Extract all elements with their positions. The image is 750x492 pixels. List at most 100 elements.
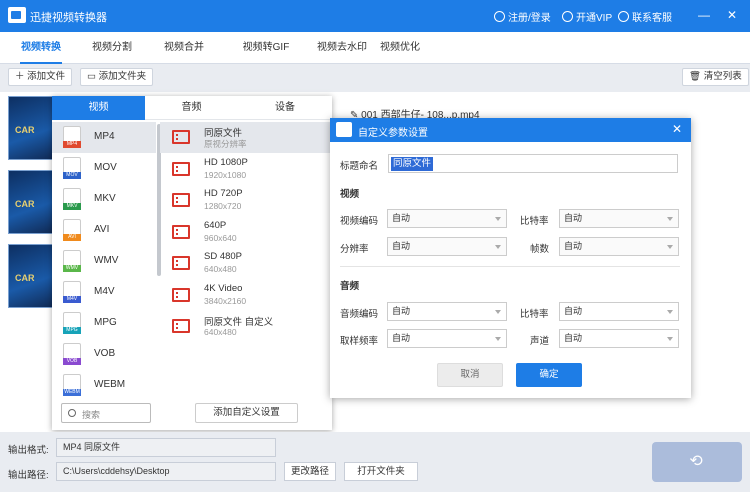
format-item-label: WEBM (94, 379, 126, 390)
format-item-wmv[interactable]: WMV WMV (52, 246, 156, 277)
clear-list-button[interactable]: 🗑 清空列表 (682, 68, 749, 86)
tab-video-to-gif[interactable]: 视频转GIF (226, 32, 306, 64)
quality-resolution: 3840x2160 (204, 295, 247, 306)
format-item-avi[interactable]: AVI AVI (52, 215, 156, 246)
app-logo-icon (8, 7, 26, 23)
format-tabs: 视频 音频 设备 (52, 96, 332, 120)
samplerate-select[interactable]: 自动 (387, 329, 507, 348)
quality-item[interactable]: 4K Video 3840x2160 (160, 280, 330, 311)
add-folder-button[interactable]: ▭ 添加文件夹 (80, 68, 154, 86)
user-icon (494, 11, 505, 22)
format-item-mpg[interactable]: MPG MPG (52, 308, 156, 339)
vip-icon (562, 11, 573, 22)
convert-all-button[interactable]: ⟲ (652, 442, 742, 482)
video-codec-select[interactable]: 自动 (387, 209, 507, 228)
output-path-field[interactable]: C:\Users\cddehsy\Desktop (56, 462, 276, 481)
format-item-label: MPG (94, 317, 117, 328)
quality-title: HD 720P (204, 188, 243, 199)
film-icon (172, 287, 190, 302)
audio-section-title: 音频 (340, 281, 360, 292)
dialog-header: 自定义参数设置 ✕ (330, 118, 691, 142)
tab-video-merge[interactable]: 视频合并 (154, 32, 214, 64)
samplerate-label: 取样频率 (340, 336, 379, 347)
tab-video-optimize[interactable]: 视频优化 (370, 32, 430, 64)
video-file-icon: MOV (63, 157, 81, 179)
tab-video-formats[interactable]: 视频 (52, 96, 145, 120)
quality-title: 640P (204, 219, 227, 231)
film-icon (172, 256, 190, 270)
format-search-input[interactable]: 搜索 (61, 403, 151, 423)
format-item-webm[interactable]: WEBM WEBM (52, 370, 156, 401)
add-custom-setting-button[interactable]: 添加自定义设置 (195, 403, 298, 423)
format-item-m4v[interactable]: M4V M4V (52, 277, 156, 308)
film-icon (172, 130, 190, 144)
title-name-label: 标题命名 (340, 161, 379, 172)
quality-resolution: 640x480 (204, 327, 237, 337)
add-file-button[interactable]: ＋ 添加文件 (8, 68, 73, 86)
tab-video-convert[interactable]: 视频转换 (8, 32, 74, 64)
audio-bitrate-select[interactable]: 自动 (559, 302, 679, 321)
contact-service-button[interactable]: 联系客服 (618, 9, 672, 24)
bitrate-select[interactable]: 自动 (559, 209, 679, 228)
format-icon-label: WEBM (63, 389, 81, 396)
format-item-label: MP4 (94, 131, 115, 142)
tab-audio-formats[interactable]: 音频 (145, 96, 238, 120)
output-settings-bar: 输出格式: MP4 同原文件 输出路径: C:\Users\cddehsy\De… (0, 432, 750, 492)
film-icon (172, 193, 190, 207)
quality-item[interactable]: 同原文件 原视分辨率 (160, 122, 330, 153)
dialog-close-button[interactable]: ✕ (672, 122, 682, 136)
app-logo-icon (336, 122, 352, 137)
video-file-icon: AVI (63, 219, 81, 241)
quality-item[interactable]: SD 480P 640x480 (160, 248, 330, 279)
framerate-label: 帧数 (530, 244, 550, 255)
output-format-select[interactable]: MP4 同原文件 (56, 438, 276, 457)
quality-item[interactable]: HD 1080P 1920x1080 (160, 154, 330, 185)
format-item-label: MOV (94, 162, 117, 173)
video-file-icon: MPG (63, 312, 81, 334)
audio-bitrate-label: 比特率 (520, 309, 549, 320)
format-icon-label: MP4 (63, 141, 81, 148)
tab-video-watermark[interactable]: 视频去水印 (308, 32, 376, 64)
change-path-button[interactable]: 更改路径 (284, 462, 336, 481)
video-file-icon: MP4 (63, 126, 81, 148)
confirm-button[interactable]: 确定 (516, 363, 582, 387)
open-vip-button[interactable]: 开通VIP (562, 9, 612, 24)
quality-title: 4K Video (204, 282, 243, 294)
format-icon-label: WMV (63, 265, 81, 272)
video-codec-label: 视频编码 (340, 216, 379, 227)
resolution-select[interactable]: 自动 (387, 237, 507, 256)
audio-codec-select[interactable]: 自动 (387, 302, 507, 321)
channels-select[interactable]: 自动 (559, 329, 679, 348)
open-folder-button[interactable]: 打开文件夹 (344, 462, 418, 481)
framerate-select[interactable]: 自动 (559, 237, 679, 256)
quality-item[interactable]: 640P 960x640 (160, 217, 330, 248)
quality-title: 同原文件 (204, 128, 243, 139)
format-icon-label: VOB (63, 358, 81, 365)
video-file-icon: M4V (63, 281, 81, 303)
quality-item[interactable]: HD 720P 1280x720 (160, 185, 330, 216)
section-divider (340, 266, 680, 267)
register-login-button[interactable]: 注册/登录 (494, 9, 551, 24)
cancel-button[interactable]: 取消 (437, 363, 503, 387)
video-file-icon: MKV (63, 188, 81, 210)
title-name-input[interactable]: 同原文件 (388, 154, 678, 173)
format-item-vob[interactable]: VOB VOB (52, 339, 156, 370)
quality-resolution: 原视分辨率 (204, 139, 247, 149)
quality-item[interactable]: 同原文件 自定义 640x480 (160, 311, 330, 342)
format-item-mov[interactable]: MOV MOV (52, 153, 156, 184)
video-thumbnail[interactable]: CAR (8, 170, 54, 234)
output-format-label: 输出格式: (8, 445, 49, 456)
quality-resolution: 1280x720 (204, 201, 242, 211)
video-thumbnail[interactable]: CAR (8, 96, 54, 160)
search-icon (68, 409, 76, 417)
close-window-button[interactable]: ✕ (724, 7, 740, 23)
format-item-mkv[interactable]: MKV MKV (52, 184, 156, 215)
minimize-button[interactable]: — (696, 7, 712, 23)
app-title: 迅捷视频转换器 (30, 12, 107, 24)
tab-device-formats[interactable]: 设备 (238, 96, 332, 120)
video-thumbnail[interactable]: CAR (8, 244, 54, 308)
tab-video-split[interactable]: 视频分割 (82, 32, 142, 64)
format-item-mp4[interactable]: MP4 MP4 (52, 122, 156, 153)
quality-title: SD 480P (204, 251, 243, 262)
format-item-label: VOB (94, 348, 116, 359)
